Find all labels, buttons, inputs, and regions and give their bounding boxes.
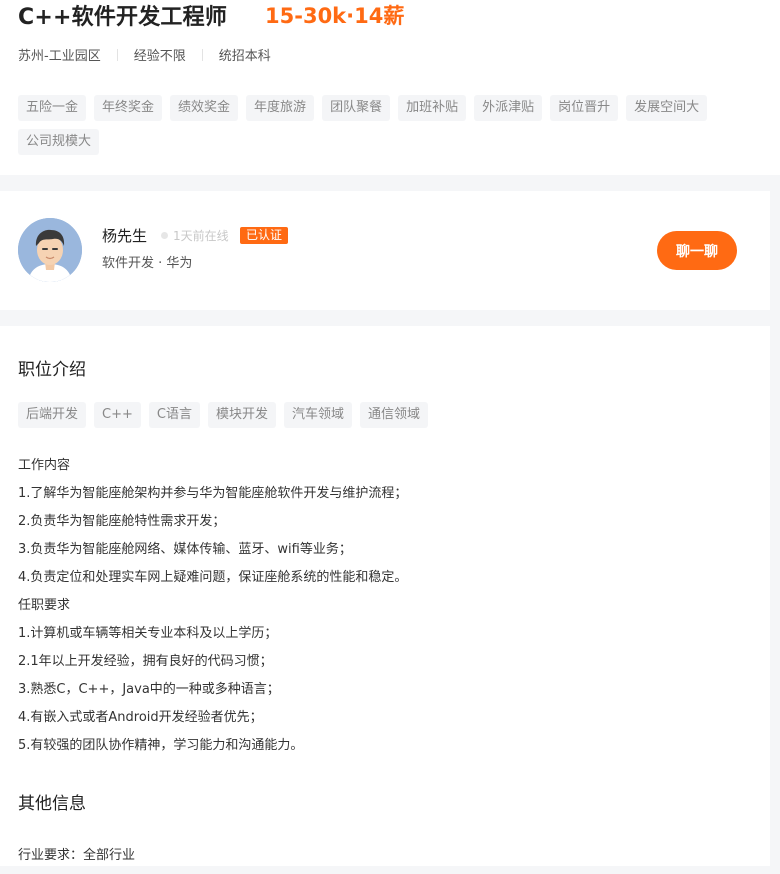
skill-tag: C语言 [148,402,200,428]
online-status: 1天前在线 [161,227,229,244]
recruiter-card: 杨先生 1天前在线 已认证 软件开发 · 华为 聊一聊 [0,191,770,310]
job-detail: 职位介绍 后端开发 C++ C语言 模块开发 汽车领域 通信领域 工作内容 1.… [0,326,770,866]
desc-line: 5.有较强的团队协作精神，学习能力和沟通能力。 [18,738,304,753]
benefit-tag: 五险一金 [18,95,87,121]
benefit-tag: 外派津贴 [474,95,543,121]
divider [116,48,118,61]
section-title-other: 其他信息 [18,794,86,814]
desc-line: 2.1年以上开发经验，拥有良好的代码习惯； [18,654,273,669]
desc-line: 3.熟悉C，C++，Java中的一种或多种语言； [18,682,280,697]
desc-line: 1.了解华为智能座舱架构并参与华为智能座舱软件开发与维护流程； [18,486,408,501]
avatar-illustration [18,218,82,282]
job-description: 工作内容 1.了解华为智能座舱架构并参与华为智能座舱软件开发与维护流程； 2.负… [18,457,407,765]
skill-tags: 后端开发 C++ C语言 模块开发 汽车领域 通信领域 [18,402,436,436]
education: 统招本科 [218,49,271,64]
recruiter-avatar[interactable] [18,218,82,282]
section-title-intro: 职位介绍 [18,360,86,380]
job-header: C++软件开发工程师 15-30k·14薪 苏州-工业园区 经验不限 统招本科 … [0,0,780,175]
recruiter-company: 软件开发 · 华为 [102,256,193,271]
benefit-tag: 年终奖金 [94,95,163,121]
job-title: C++软件开发工程师 [18,5,228,30]
benefit-tag: 岗位晋升 [550,95,619,121]
job-meta: 苏州-工业园区 经验不限 统招本科 [18,45,271,64]
skill-tag: 汽车领域 [283,402,352,428]
desc-line: 工作内容 [18,458,71,473]
skill-tag: 模块开发 [207,402,276,428]
desc-line: 2.负责华为智能座舱特性需求开发； [18,514,226,529]
desc-line: 3.负责华为智能座舱网络、媒体传输、蓝牙、wifi等业务； [18,542,352,557]
skill-tag: C++ [94,402,141,428]
desc-line: 1.计算机或车辆等相关专业本科及以上学历； [18,626,278,641]
benefit-tag: 绩效奖金 [170,95,239,121]
experience: 经验不限 [133,49,186,64]
benefit-tag: 公司规模大 [18,129,100,155]
divider [201,48,203,61]
location: 苏州-工业园区 [18,49,101,64]
desc-line: 4.有嵌入式或者Android开发经验者优先； [18,710,263,725]
status-dot-icon [161,232,168,239]
online-text: 1天前在线 [173,229,229,243]
skill-tag: 通信领域 [360,402,429,428]
benefit-tag: 年度旅游 [246,95,315,121]
benefit-tag: 发展空间大 [626,95,708,121]
industry-requirement: 行业要求：全部行业 [18,848,136,863]
benefit-tag: 团队聚餐 [322,95,391,121]
skill-tag: 后端开发 [18,402,87,428]
title-row: C++软件开发工程师 15-30k·14薪 [18,0,780,30]
desc-line: 任职要求 [18,598,71,613]
benefit-tags: 五险一金 年终奖金 绩效奖金 年度旅游 团队聚餐 加班补贴 外派津贴 岗位晋升 … [18,95,738,163]
benefit-tag: 加班补贴 [398,95,467,121]
desc-line: 4.负责定位和处理实车网上疑难问题，保证座舱系统的性能和稳定。 [18,570,408,585]
recruiter-name: 杨先生 [102,227,148,245]
chat-button[interactable]: 聊一聊 [657,231,737,270]
salary: 15-30k·14薪 [265,4,405,28]
verified-badge: 已认证 [240,227,289,244]
